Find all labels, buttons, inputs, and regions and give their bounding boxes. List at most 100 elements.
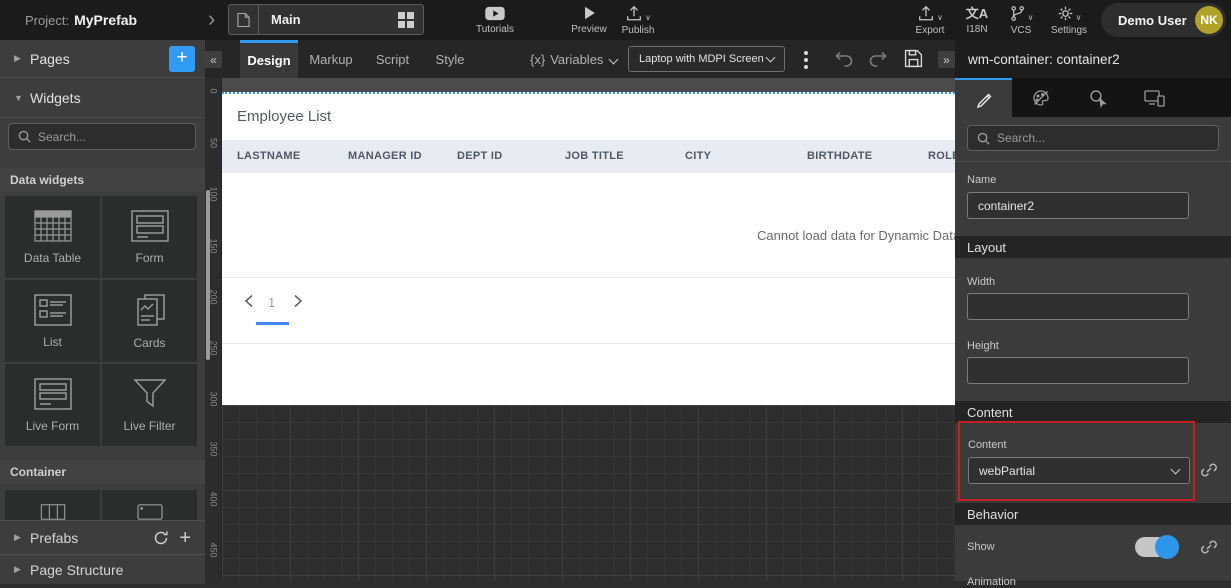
tab-properties[interactable] <box>955 78 1012 117</box>
height-input[interactable] <box>967 357 1189 384</box>
show-toggle[interactable] <box>1135 537 1179 557</box>
page-tab-label: Main <box>271 12 398 27</box>
widget-cards[interactable]: Cards <box>102 280 197 362</box>
i18n-icon: 文A <box>966 6 988 21</box>
widget-columns[interactable] <box>5 490 100 520</box>
add-page-button[interactable]: + <box>169 46 195 72</box>
pagination-prev-button[interactable] <box>244 294 254 308</box>
widgets-collapse-icon: ▼ <box>14 93 26 103</box>
expand-panel-button[interactable]: » <box>938 51 955 68</box>
sidebar-section-widgets[interactable]: ▼ Widgets <box>0 78 205 118</box>
tab-devices[interactable] <box>1126 78 1183 117</box>
tutorials-button[interactable]: Tutorials <box>470 0 520 40</box>
project-name: MyPrefab <box>74 12 137 28</box>
design-canvas: 0 50 100 150 200 250 300 350 400 450 Emp… <box>205 78 955 581</box>
datatable-title: Employee List <box>237 108 331 125</box>
user-name: Demo User <box>1118 13 1195 28</box>
more-options-button[interactable] <box>804 51 808 69</box>
monitor-phone-icon <box>1144 89 1166 107</box>
widget-label: Cards <box>133 336 165 350</box>
widget-label: Data Table <box>24 251 81 265</box>
pagination-next-button[interactable] <box>293 294 303 308</box>
content-select[interactable]: webPartial <box>968 457 1190 484</box>
sidebar-section-page-structure[interactable]: ▶ Page Structure <box>0 554 205 584</box>
tab-script[interactable]: Script <box>365 40 420 78</box>
page-preview-container[interactable]: Employee List LASTNAME MANAGER ID DEPT I… <box>222 92 955 405</box>
ruler-mark: 400 <box>209 491 219 508</box>
redo-button[interactable] <box>867 50 889 68</box>
tab-inspect[interactable] <box>1069 78 1126 117</box>
pagination-current-page[interactable]: 1 <box>268 295 275 310</box>
cards-icon <box>132 293 168 327</box>
collapse-glyph: « <box>210 53 217 67</box>
expand-glyph: » <box>943 53 950 67</box>
tab-design[interactable]: Design <box>240 40 298 78</box>
width-label: Width <box>967 276 995 288</box>
branch-icon <box>1009 5 1026 22</box>
undo-button[interactable] <box>833 50 855 68</box>
sidebar-section-prefabs[interactable]: ▶ Prefabs + <box>0 520 205 554</box>
page-structure-label: Page Structure <box>30 562 205 578</box>
data-widgets-header: Data widgets <box>0 168 205 192</box>
tab-styles[interactable] <box>1012 78 1069 117</box>
properties-search-input[interactable] <box>997 131 1172 145</box>
widget-grid: Data Table Form List Cards Live Form Liv… <box>5 196 199 446</box>
export-label: Export <box>916 25 945 36</box>
column-header: JOB TITLE <box>550 140 670 173</box>
widget-data-table[interactable]: Data Table <box>5 196 100 278</box>
vertical-ruler: 0 50 100 150 200 250 300 350 400 450 <box>205 78 222 581</box>
add-prefab-icon[interactable]: + <box>179 531 191 545</box>
widget-label: Live Form <box>26 419 79 433</box>
sidebar-section-pages[interactable]: ▶ Pages + <box>0 40 205 78</box>
ruler-mark: 350 <box>209 441 219 458</box>
name-input[interactable] <box>967 192 1189 219</box>
page-structure-collapse-icon: ▶ <box>14 564 26 575</box>
variables-button[interactable]: {x} Variables <box>530 40 617 78</box>
content-section-header: Content <box>955 401 1231 423</box>
widget-label: Form <box>136 251 164 265</box>
vcs-chevron-icon: ∨ <box>1028 13 1034 22</box>
publish-button[interactable]: ∨ Publish <box>612 0 664 40</box>
widget-search[interactable] <box>8 123 196 150</box>
i18n-button[interactable]: 文A I18N <box>958 0 996 40</box>
datatable-header-row: LASTNAME MANAGER ID DEPT ID JOB TITLE CI… <box>222 140 955 173</box>
widget-search-input[interactable] <box>38 130 168 144</box>
play-triangle-icon <box>582 5 597 21</box>
widget-form[interactable]: Form <box>102 196 197 278</box>
properties-search[interactable] <box>967 125 1219 151</box>
properties-panel: wm-container: container2 Name Layout Wid… <box>955 40 1231 581</box>
canvas-scrollbar[interactable] <box>206 190 210 360</box>
ruler-mark: 100 <box>209 186 219 203</box>
widget-panel[interactable] <box>102 490 197 520</box>
pagination-active-underline <box>256 322 289 325</box>
device-select[interactable]: Laptop with MDPI Screen <box>628 46 785 72</box>
layout-section-header: Layout <box>955 236 1231 258</box>
widget-label: Live Filter <box>123 419 175 433</box>
preview-button[interactable]: Preview <box>565 0 613 40</box>
user-menu[interactable]: Demo User NK <box>1101 3 1226 37</box>
live-filter-icon <box>132 378 168 410</box>
export-icon <box>917 5 935 22</box>
vcs-button[interactable]: ∨ VCS <box>1000 0 1042 40</box>
settings-button[interactable]: ∨ Settings <box>1044 0 1094 40</box>
refresh-prefabs-icon[interactable] <box>153 530 169 546</box>
width-input[interactable] <box>967 293 1189 320</box>
show-bind-button[interactable] <box>1200 538 1218 556</box>
tab-style[interactable]: Style <box>424 40 476 78</box>
save-button[interactable] <box>904 49 923 68</box>
ruler-mark: 250 <box>209 340 219 357</box>
content-bind-button[interactable] <box>1200 461 1218 479</box>
list-icon <box>34 294 72 326</box>
i18n-label: I18N <box>966 24 987 35</box>
device-select-value: Laptop with MDPI Screen <box>629 53 767 65</box>
widget-list[interactable]: List <box>5 280 100 362</box>
height-label: Height <box>967 340 999 352</box>
tab-markup[interactable]: Markup <box>301 40 361 78</box>
preview-label: Preview <box>571 24 607 35</box>
page-tab-main[interactable]: Main <box>228 4 424 35</box>
widget-live-filter[interactable]: Live Filter <box>102 364 197 446</box>
collapse-sidebar-button[interactable]: « <box>205 51 222 68</box>
widget-live-form[interactable]: Live Form <box>5 364 100 446</box>
export-button[interactable]: ∨ Export <box>905 0 955 40</box>
layout-grid-icon[interactable] <box>398 12 414 28</box>
